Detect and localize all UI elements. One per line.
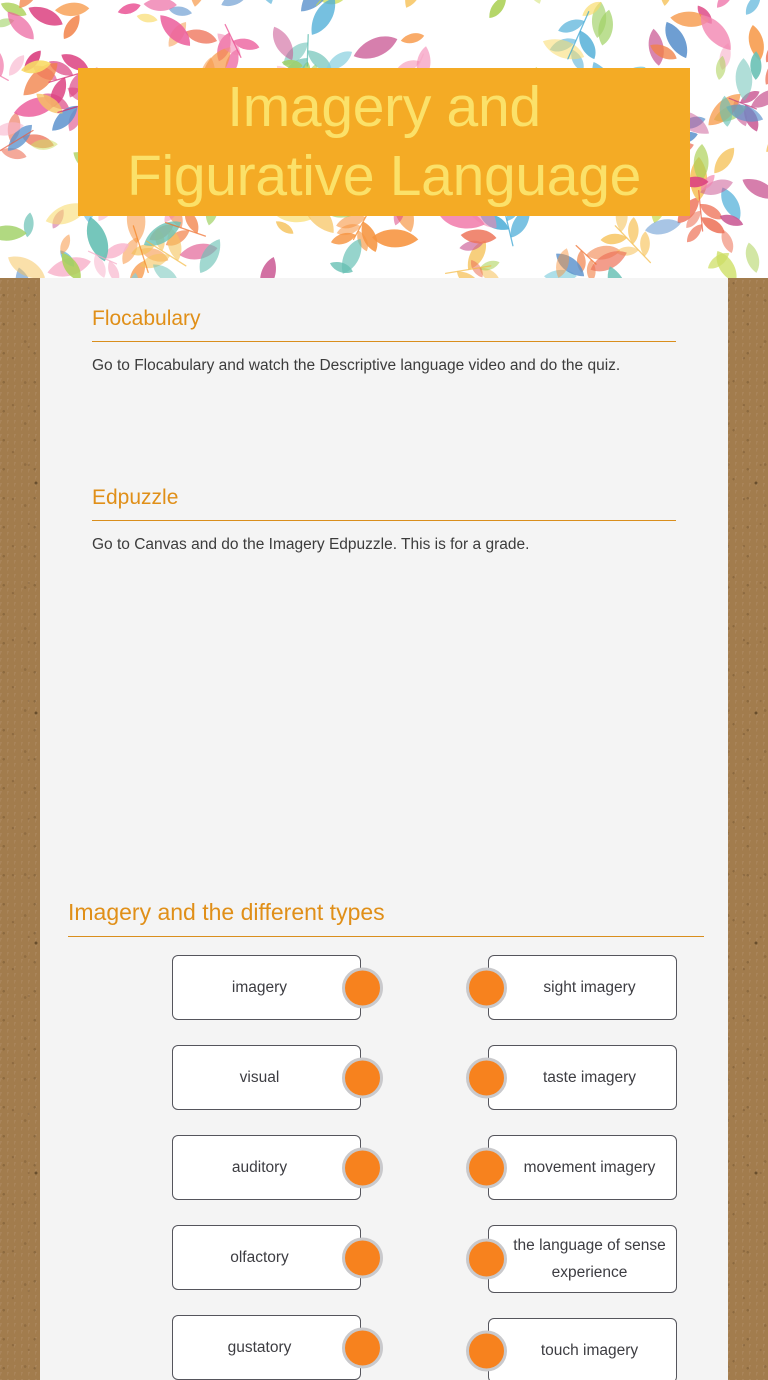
match-card-label: movement imagery bbox=[523, 1158, 656, 1176]
worksheet-page: Imagery and Figurative Language Flocabul… bbox=[0, 0, 768, 1380]
match-card[interactable]: auditory bbox=[172, 1135, 383, 1200]
match-card[interactable]: taste imagery bbox=[466, 1045, 677, 1110]
match-card[interactable]: sight imagery bbox=[466, 955, 677, 1020]
match-card-label: taste imagery bbox=[542, 1068, 637, 1086]
section-body: Go to Canvas and do the Imagery Edpuzzle… bbox=[92, 536, 530, 553]
content-panel: Flocabulary Go to Flocabulary and watch … bbox=[40, 278, 728, 1380]
matching-definitions-column: sight imagery taste imagery movement image… bbox=[466, 955, 677, 1380]
section-body: Go to Flocabulary and watch the Descript… bbox=[92, 357, 621, 374]
section-heading: Edpuzzle bbox=[92, 485, 676, 521]
match-connector-dot[interactable] bbox=[466, 967, 507, 1008]
match-card[interactable]: gustatory bbox=[172, 1315, 383, 1380]
match-connector-dot[interactable] bbox=[342, 1147, 383, 1188]
match-connector-dot[interactable] bbox=[466, 1330, 507, 1371]
match-card[interactable]: the language of sense experience bbox=[466, 1225, 677, 1293]
match-card-label: sight imagery bbox=[543, 978, 636, 996]
match-card-label: visual bbox=[239, 1068, 280, 1086]
match-connector-dot[interactable] bbox=[342, 1327, 383, 1368]
match-card-label: gustatory bbox=[227, 1338, 292, 1356]
matching-activity: Imagery and the different types imagery v… bbox=[68, 898, 704, 1380]
match-card[interactable]: olfactory bbox=[172, 1225, 383, 1290]
section-flocabulary: Flocabulary Go to Flocabulary and watch … bbox=[92, 306, 676, 378]
match-card-label: auditory bbox=[231, 1158, 288, 1176]
match-connector-dot[interactable] bbox=[342, 967, 383, 1008]
page-title-banner: Imagery and Figurative Language bbox=[78, 68, 690, 216]
section-edpuzzle: Edpuzzle Go to Canvas and do the Imagery… bbox=[92, 485, 676, 557]
match-card[interactable]: movement imagery bbox=[466, 1135, 677, 1200]
page-title: Imagery and Figurative Language bbox=[126, 75, 641, 208]
section-heading: Flocabulary bbox=[92, 306, 676, 342]
match-connector-dot[interactable] bbox=[342, 1057, 383, 1098]
matching-heading: Imagery and the different types bbox=[68, 898, 704, 937]
match-card-label: olfactory bbox=[230, 1248, 289, 1266]
match-card[interactable]: imagery bbox=[172, 955, 383, 1020]
match-card[interactable]: touch imagery bbox=[466, 1318, 677, 1380]
match-card-label: touch imagery bbox=[540, 1341, 639, 1359]
match-card[interactable]: visual bbox=[172, 1045, 383, 1110]
match-connector-dot[interactable] bbox=[466, 1147, 507, 1188]
match-connector-dot[interactable] bbox=[466, 1057, 507, 1098]
match-card-label: imagery bbox=[231, 978, 288, 996]
match-connector-dot[interactable] bbox=[342, 1237, 383, 1278]
match-card-label: the language of sense experience bbox=[513, 1237, 666, 1281]
matching-terms-column: imageryvisualauditoryolfactorygustatoryt… bbox=[172, 955, 383, 1380]
matching-grid: imagery visual auditory olfactory gustatory t… bbox=[68, 955, 704, 1380]
